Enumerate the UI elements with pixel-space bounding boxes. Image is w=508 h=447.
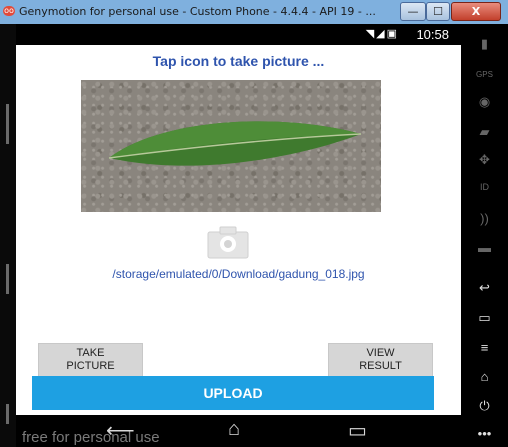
android-navbar: free for personal use ⟵ ⌂ ▭ [16, 415, 461, 447]
back-side-icon[interactable]: ↩ [461, 280, 508, 296]
android-statusbar: ◥◢▣ 10:58 [16, 24, 461, 45]
home-icon[interactable]: ⌂ [228, 418, 240, 441]
recents-icon[interactable]: ▭ [348, 418, 367, 443]
view-result-button[interactable]: VIEW RESULT [328, 343, 433, 377]
leaf-photo [81, 80, 381, 212]
back-icon[interactable]: ⟵ [106, 418, 135, 443]
app-screen: Tap icon to take picture ... /storage/em… [16, 45, 461, 415]
gps-icon[interactable]: GPS [461, 70, 508, 79]
leaf-image [108, 121, 362, 166]
upload-button[interactable]: UPLOAD [32, 376, 434, 410]
frame-edge-mark [6, 104, 9, 144]
battery-icon[interactable]: ▮ [461, 36, 508, 52]
camera-widget-icon[interactable]: ◉ [461, 94, 508, 110]
clapper-icon[interactable]: ▰ [461, 124, 508, 140]
page-title: Tap icon to take picture ... [152, 53, 325, 69]
more-icon[interactable]: ••• [461, 426, 508, 441]
file-path: /storage/emulated/0/Download/gadung_018.… [112, 267, 365, 281]
rss-icon[interactable]: )) [461, 211, 508, 226]
menu-icon[interactable]: ▭ [461, 310, 508, 326]
dpad-icon[interactable]: ✥ [461, 152, 508, 168]
minimize-button[interactable]: — [400, 2, 426, 21]
camera-icon [207, 226, 249, 259]
frame-edge-mark [6, 264, 9, 294]
close-button[interactable]: X [451, 2, 501, 21]
signal-icon: ◥◢▣ [365, 28, 399, 40]
frame-edge-mark [6, 404, 9, 424]
home-side-icon[interactable]: ⌂ [461, 369, 508, 384]
emulator-sidepanel: ▮ GPS ◉ ▰ ✥ ID )) ▬ ↩ ▭ ≡ ⌂ ⏻ ••• [461, 24, 508, 447]
status-time: 10:58 [416, 27, 449, 42]
take-picture-button[interactable]: TAKE PICTURE [38, 343, 143, 377]
sms-icon[interactable]: ▬ [461, 240, 508, 255]
menu-lines-icon[interactable]: ≡ [461, 340, 508, 355]
emulator-frame-left [0, 24, 16, 447]
camera-button[interactable] [206, 225, 250, 259]
window-titlebar: oo Genymotion for personal use - Custom … [0, 0, 508, 24]
maximize-button[interactable]: ☐ [426, 2, 450, 21]
watermark-text: free for personal use [22, 429, 160, 446]
power-icon[interactable]: ⏻ [461, 398, 508, 414]
id-icon[interactable]: ID [461, 182, 508, 192]
genymotion-icon: oo [3, 6, 15, 16]
window-title: Genymotion for personal use - Custom Pho… [19, 5, 376, 18]
